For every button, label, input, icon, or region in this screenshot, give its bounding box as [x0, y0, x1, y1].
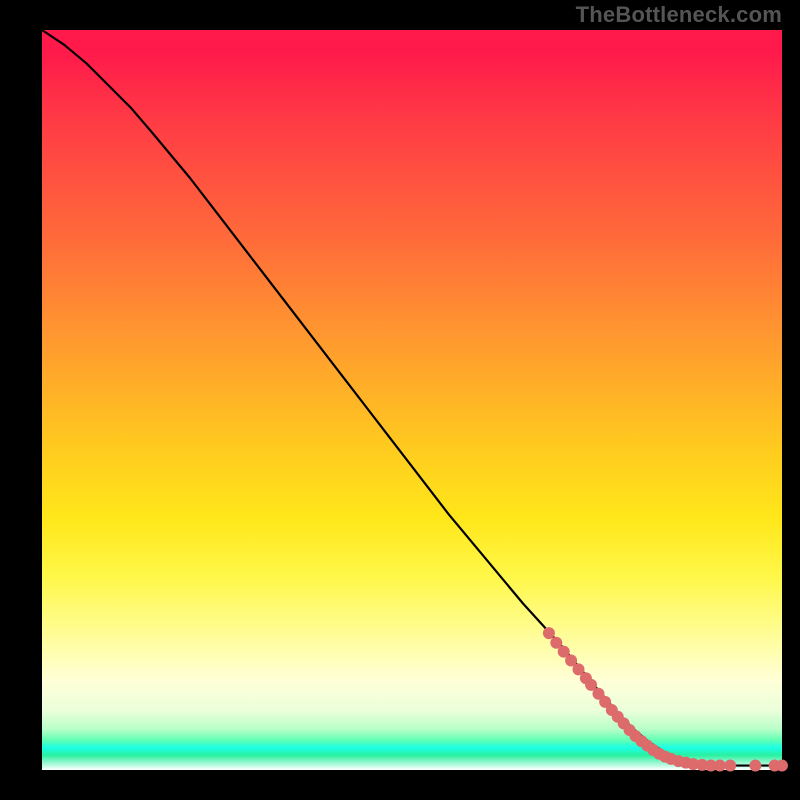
data-marker [749, 760, 761, 772]
chart-overlay [42, 30, 782, 770]
data-marker [714, 760, 726, 772]
chart-line [42, 30, 782, 766]
plot-area [42, 30, 782, 770]
watermark-text: TheBottleneck.com [576, 2, 782, 28]
data-marker [543, 627, 555, 639]
data-marker [724, 760, 736, 772]
data-marker [776, 760, 788, 772]
chart-markers [543, 627, 788, 771]
chart-stage: TheBottleneck.com [0, 0, 800, 800]
